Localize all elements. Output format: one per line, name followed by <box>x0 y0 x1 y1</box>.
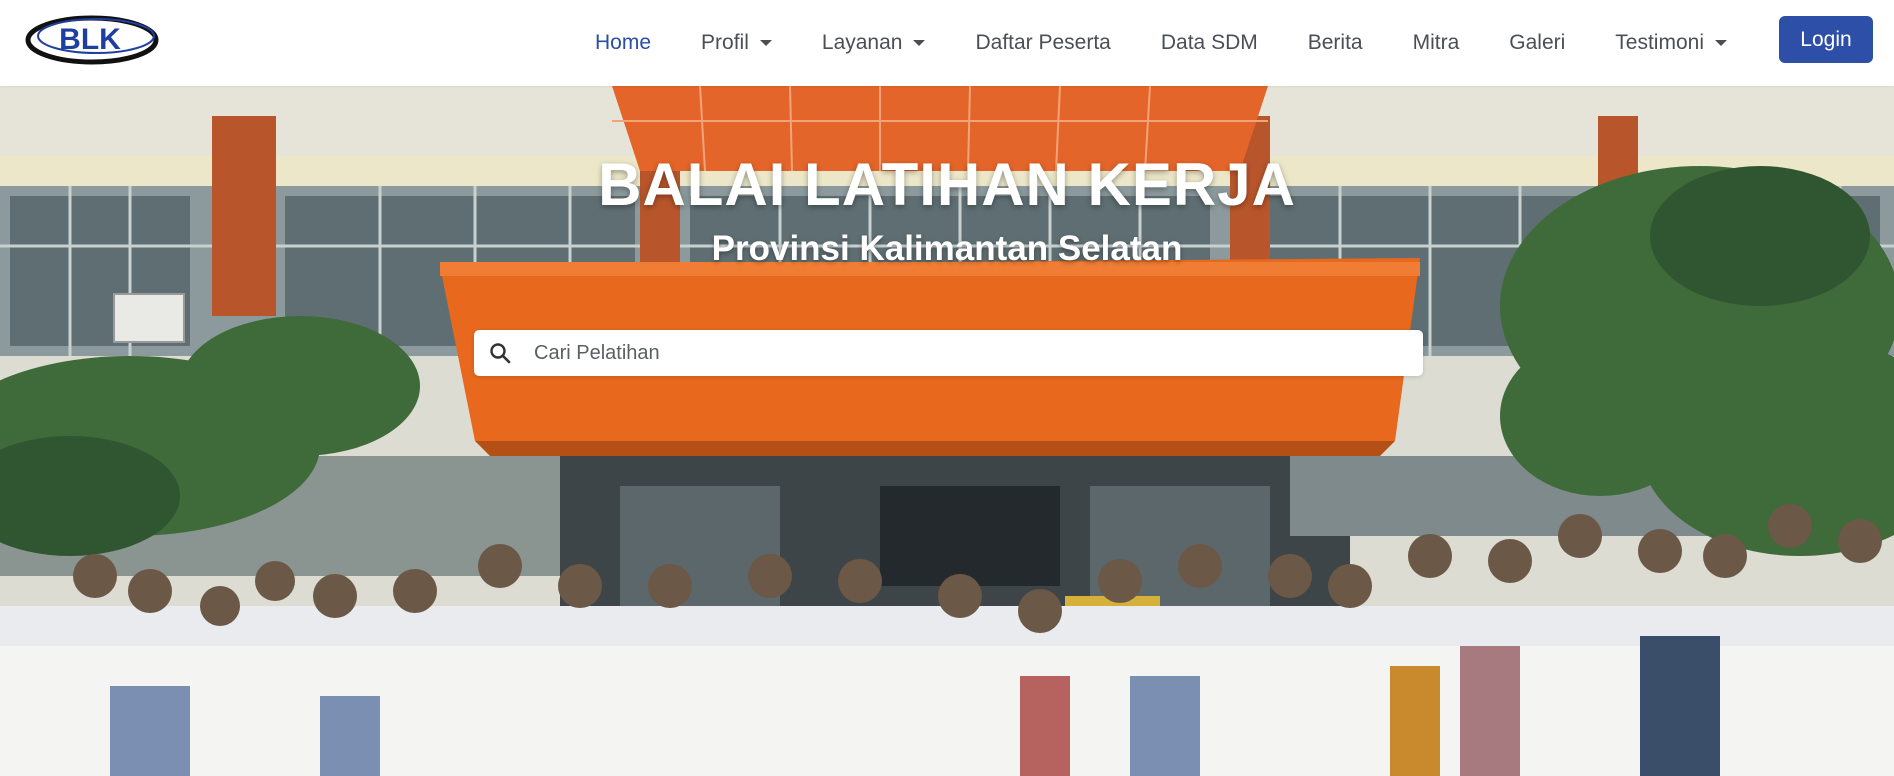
login-button[interactable]: Login <box>1779 16 1873 63</box>
caret-down-icon <box>913 40 926 46</box>
nav-item-label: Data SDM <box>1160 31 1258 54</box>
nav-item-mitra[interactable]: Mitra <box>1388 0 1485 86</box>
nav-item-label: Daftar Peserta <box>975 31 1111 54</box>
nav-item-label: Layanan <box>821 31 903 54</box>
nav-item-label: Testimoni <box>1615 31 1704 54</box>
blk-logo-icon: BLK <box>25 15 159 65</box>
nav-item-label: Home <box>595 31 652 54</box>
nav-item-profil[interactable]: Profil <box>676 0 797 86</box>
hero-banner: BALAI LATIHAN KERJA Provinsi Kalimantan … <box>0 86 1894 776</box>
nav-item-data-sdm[interactable]: Data SDM <box>1136 0 1283 86</box>
nav-item-label: Galeri <box>1509 31 1566 54</box>
search-input[interactable] <box>534 333 1423 373</box>
blk-logo[interactable]: BLK <box>24 11 160 67</box>
nav-item-label: Mitra <box>1412 31 1460 54</box>
caret-down-icon <box>1715 40 1727 46</box>
nav-item-daftar-peserta[interactable]: Daftar Peserta <box>950 0 1135 86</box>
hero-title: BALAI LATIHAN KERJA <box>598 151 1296 218</box>
nav-item-label: Profil <box>701 31 749 54</box>
navbar: BLK Home Profil Layanan Daftar Peserta D… <box>0 0 1894 86</box>
main-nav: Home Profil Layanan Daftar Peserta Data … <box>570 0 1752 86</box>
logo-text: BLK <box>59 23 121 56</box>
search-bar[interactable] <box>474 330 1423 376</box>
hero-subtitle: Provinsi Kalimantan Selatan <box>711 229 1183 268</box>
nav-item-berita[interactable]: Berita <box>1283 0 1388 86</box>
nav-item-layanan[interactable]: Layanan <box>797 0 951 86</box>
nav-item-label: Berita <box>1307 31 1363 54</box>
search-icon[interactable] <box>488 340 514 366</box>
nav-item-galeri[interactable]: Galeri <box>1484 0 1590 86</box>
nav-item-testimoni[interactable]: Testimoni <box>1590 0 1752 86</box>
nav-item-home[interactable]: Home <box>570 0 676 86</box>
caret-down-icon <box>759 40 772 46</box>
